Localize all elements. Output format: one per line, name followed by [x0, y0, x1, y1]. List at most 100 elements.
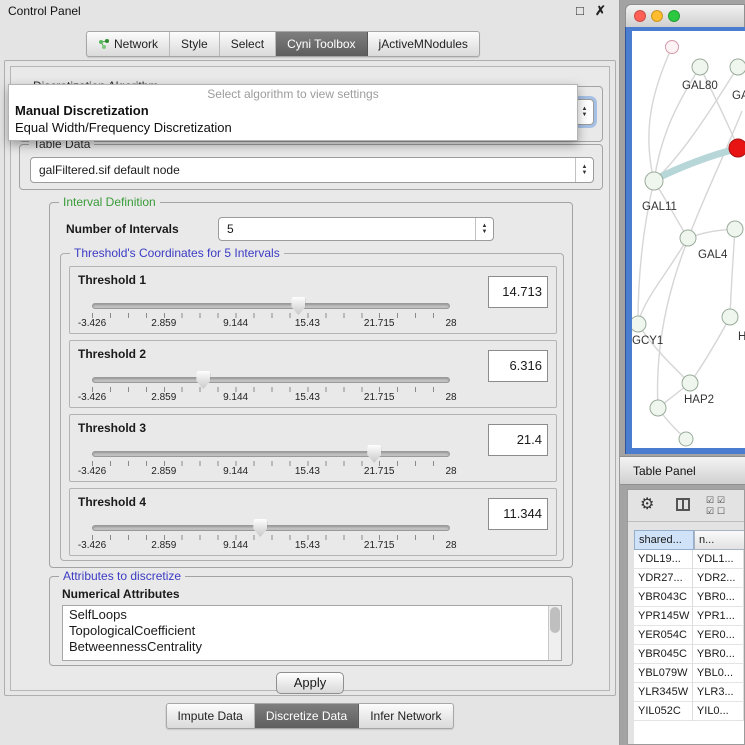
cell[interactable]: YBL079W [634, 664, 693, 683]
cell[interactable]: YIL052C [634, 702, 693, 721]
cell[interactable]: YDR27... [634, 569, 693, 588]
table-row[interactable]: YIL052CYIL0... [634, 702, 744, 721]
node-gal11[interactable] [645, 172, 663, 190]
dropdown-option-equal-width[interactable]: Equal Width/Frequency Discretization [9, 119, 577, 136]
cell[interactable]: YBR0... [693, 588, 744, 607]
node[interactable] [666, 41, 679, 54]
column-header-shared-name[interactable]: shared... [634, 530, 694, 550]
tab-select[interactable]: Select [220, 32, 276, 56]
tab-infer-network[interactable]: Infer Network [359, 704, 452, 728]
scale-label: -3.426 [78, 318, 106, 329]
cell[interactable]: YBR0... [693, 645, 744, 664]
node-gcy1[interactable] [632, 316, 646, 332]
cell[interactable]: YBR045C [634, 645, 693, 664]
checkbox-icon[interactable]: ☑ [706, 495, 717, 506]
cyni-panel-outer: Discretization Algorithm ▲▼ Table Data g… [4, 60, 616, 696]
node[interactable] [727, 221, 743, 237]
tab-network[interactable]: Network [87, 32, 170, 56]
threshold-label: Threshold 1 [78, 273, 146, 287]
apply-button[interactable]: Apply [276, 672, 344, 694]
list-item[interactable]: BetweennessCentrality [63, 638, 561, 654]
table-row[interactable]: YBR045CYBR0... [634, 645, 744, 664]
cell[interactable]: YPR145W [634, 607, 693, 626]
checkbox-icon[interactable]: ☑ [717, 495, 728, 506]
attributes-scrollbar[interactable] [548, 606, 561, 660]
cell[interactable]: YBR043C [634, 588, 693, 607]
threshold-slider-3[interactable] [92, 451, 450, 457]
tab-impute-data[interactable]: Impute Data [166, 704, 254, 728]
table-row[interactable]: YBL079WYBL0... [634, 664, 744, 683]
cell[interactable]: YDL1... [693, 550, 744, 569]
list-item[interactable]: TopologicalCoefficient [63, 622, 561, 638]
zoom-traffic-light-icon[interactable] [668, 10, 680, 22]
cell[interactable]: YIL0... [693, 702, 744, 721]
cell[interactable]: YPR1... [693, 607, 744, 626]
minimize-traffic-light-icon[interactable] [651, 10, 663, 22]
slider-scale: -3.426 2.859 9.144 15.43 21.715 28 [92, 318, 451, 330]
table-row[interactable]: YDR27...YDR2... [634, 569, 744, 588]
threshold-value-field[interactable]: 11.344 [488, 498, 548, 530]
node-label: GAL11 [642, 201, 677, 213]
table-row[interactable]: YLR345WYLR3... [634, 683, 744, 702]
threshold-value-field[interactable]: 6.316 [488, 350, 548, 382]
cell[interactable]: YER054C [634, 626, 693, 645]
scrollbar-thumb[interactable] [550, 607, 560, 633]
node-gal4[interactable] [680, 230, 696, 246]
tab-style[interactable]: Style [170, 32, 220, 56]
dropdown-placeholder: Select algorithm to view settings [9, 87, 577, 102]
table-data-group: Table Data galFiltered.sif default node … [19, 144, 603, 190]
node[interactable] [730, 59, 745, 75]
threshold-slider-1[interactable] [92, 303, 450, 309]
gear-icon[interactable]: ⚙ [640, 494, 654, 514]
list-item[interactable]: SelfLoops [63, 606, 561, 622]
close-icon[interactable]: ✗ [595, 3, 606, 19]
table-panel-header-bar[interactable]: Table Panel [620, 456, 745, 485]
tab-jactivemnodules[interactable]: jActiveMNodules [368, 32, 479, 56]
node-hap2[interactable] [682, 375, 698, 391]
checkbox-icon[interactable]: ☐ [717, 506, 728, 517]
cell[interactable]: YDL19... [634, 550, 693, 569]
tab-label: Infer Network [370, 704, 441, 728]
threshold-slider-4[interactable] [92, 525, 450, 531]
combo-stepper-icon[interactable]: ▲▼ [475, 218, 493, 240]
highlighted-edge[interactable] [656, 149, 736, 179]
network-canvas[interactable]: GAL80 GA GAL11 GAL4 GCY1 H HAP2 [632, 31, 745, 448]
node[interactable] [679, 432, 693, 446]
combo-stepper-icon[interactable]: ▲▼ [575, 158, 593, 182]
threshold-slider-2[interactable] [92, 377, 450, 383]
threshold-value-field[interactable]: 14.713 [488, 276, 548, 308]
threshold-value-field[interactable]: 21.4 [488, 424, 548, 456]
network-graph: GAL80 GA GAL11 GAL4 GCY1 H HAP2 [632, 31, 745, 448]
cell[interactable]: YLR3... [693, 683, 744, 702]
cell[interactable]: YLR345W [634, 683, 693, 702]
network-window-titlebar[interactable] [625, 4, 745, 27]
cell[interactable]: YBL0... [693, 664, 744, 683]
float-window-icon[interactable]: □ [576, 3, 584, 18]
table-row[interactable]: YPR145WYPR1... [634, 607, 744, 626]
tab-cyni-toolbox[interactable]: Cyni Toolbox [276, 32, 367, 56]
checkbox-icon[interactable]: ☑ [706, 506, 717, 517]
close-traffic-light-icon[interactable] [634, 10, 646, 22]
number-of-intervals-combobox[interactable]: 5 ▲▼ [218, 217, 494, 241]
threshold-label: Threshold 4 [78, 495, 146, 509]
column-header-name[interactable]: n... [694, 530, 745, 550]
dropdown-option-manual-discretization[interactable]: Manual Discretization [9, 102, 577, 119]
node-selected-red[interactable] [729, 139, 745, 157]
scale-label: 9.144 [223, 540, 248, 551]
cell[interactable]: YER0... [693, 626, 744, 645]
columns-icon[interactable] [676, 498, 690, 511]
tab-label: Network [114, 32, 158, 56]
node-gal80[interactable] [692, 59, 708, 75]
table-data-combobox[interactable]: galFiltered.sif default node ▲▼ [30, 157, 594, 183]
tab-label: Cyni Toolbox [287, 32, 355, 56]
cell[interactable]: YDR2... [693, 569, 744, 588]
node[interactable] [650, 400, 666, 416]
scale-label: 28 [445, 392, 456, 403]
node[interactable] [722, 309, 738, 325]
tab-discretize-data[interactable]: Discretize Data [255, 704, 359, 728]
scale-label: 21.715 [364, 466, 395, 477]
tab-label: Impute Data [177, 704, 242, 728]
table-row[interactable]: YDL19...YDL1... [634, 550, 744, 569]
table-row[interactable]: YBR043CYBR0... [634, 588, 744, 607]
table-row[interactable]: YER054CYER0... [634, 626, 744, 645]
